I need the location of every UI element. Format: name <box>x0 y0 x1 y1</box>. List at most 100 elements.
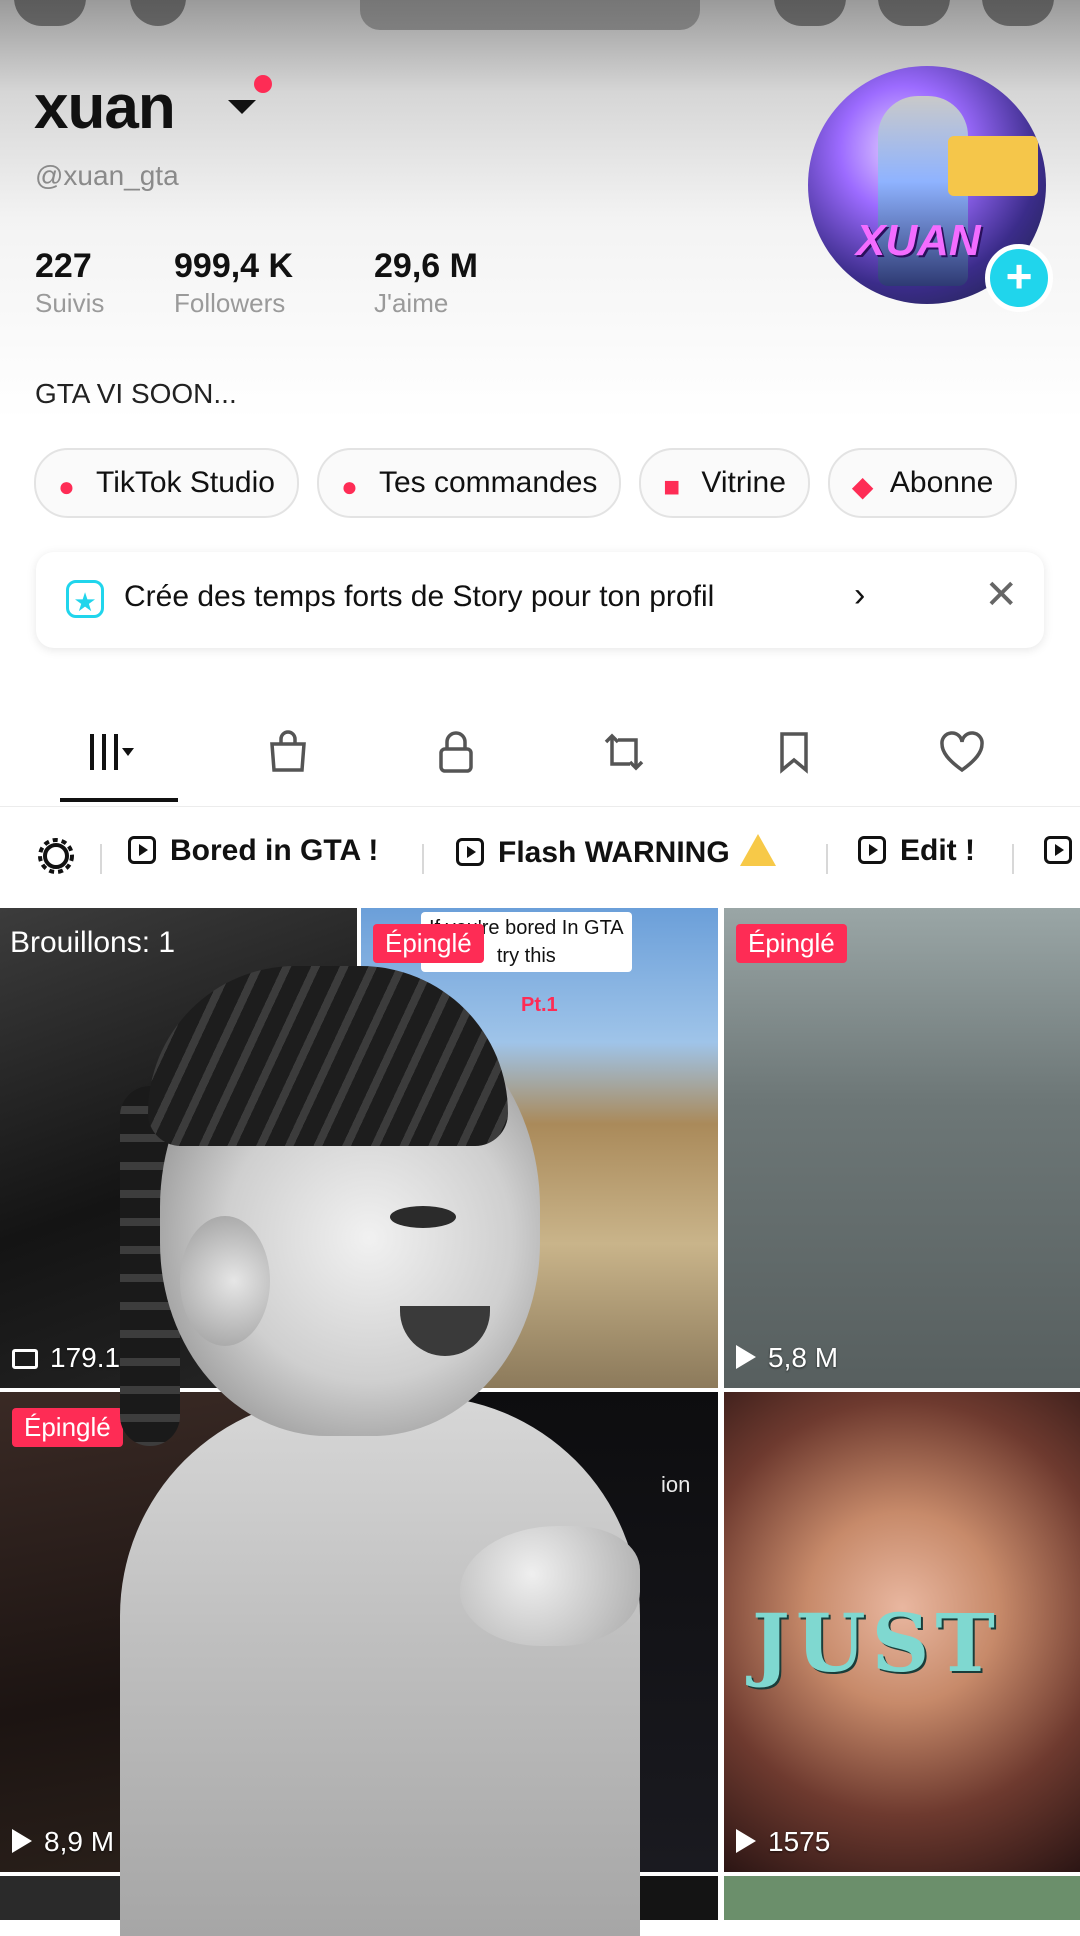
lock-icon <box>439 731 473 773</box>
chip-orders[interactable]: ● Tes commandes <box>316 448 622 518</box>
tab-private[interactable] <box>426 728 486 788</box>
tab-liked[interactable] <box>932 728 992 788</box>
chip-showcase[interactable]: ■ Vitrine <box>639 448 810 518</box>
story-highlights-banner[interactable]: ★ Crée des temps forts de Story pour ton… <box>36 552 1044 648</box>
divider <box>826 844 828 874</box>
divider <box>1012 844 1014 874</box>
subscription-icon: ◆ <box>851 471 874 502</box>
stat-following-value: 227 <box>35 247 92 285</box>
view-count-value: 179.1M <box>50 1342 144 1373</box>
stat-followers-value: 999,4 K <box>174 247 294 285</box>
view-count: 5,8 M <box>736 1342 838 1374</box>
bag-lock-icon: ● <box>340 471 358 502</box>
stat-likes-value: 29,6 M <box>374 247 478 285</box>
video-tile-drafts[interactable]: Brouillons: 1 179.1M <box>0 908 357 1388</box>
collection-more[interactable] <box>1044 834 1080 868</box>
view-count-value: 5,8 M <box>768 1342 839 1373</box>
play-icon <box>736 1829 756 1853</box>
play-icon <box>858 836 886 864</box>
chip-subscriptions[interactable]: ◆ Abonne <box>827 448 1018 518</box>
video-grid: Brouillons: 1 179.1M If you're bored In … <box>0 908 1080 1920</box>
video-tile[interactable]: If you're bored In GTA try this Épinglé P… <box>361 908 718 1388</box>
grid-icon <box>90 734 134 770</box>
shop-bag-icon: ■ <box>663 471 681 502</box>
play-icon <box>128 836 156 864</box>
menu-button[interactable] <box>982 0 1054 26</box>
stat-likes[interactable]: 29,6 M J'aime <box>374 246 478 320</box>
tab-videos[interactable] <box>80 728 140 788</box>
chip-label: Abonne <box>889 466 994 499</box>
stat-following[interactable]: 227 Suivis <box>35 246 104 320</box>
video-tile[interactable] <box>724 1876 1080 1920</box>
star-icon: ★ <box>66 580 104 618</box>
video-overlay-text: JUST <box>752 1596 1001 1690</box>
avatar-logo-text: XUAN <box>856 216 981 265</box>
play-icon <box>736 1345 756 1369</box>
back-button[interactable] <box>14 0 86 26</box>
play-icon <box>1044 836 1072 864</box>
drafts-icon <box>12 1349 38 1369</box>
story-banner-text: Crée des temps forts de Story pour ton p… <box>124 580 715 613</box>
active-tab-indicator <box>60 798 178 802</box>
collection-label: Edit ! <box>900 834 975 867</box>
repost-icon <box>604 733 644 771</box>
account-switch-chevron-icon[interactable] <box>228 100 256 114</box>
pinned-badge: Épinglé <box>373 924 484 963</box>
camera-button[interactable] <box>774 0 846 26</box>
video-tile[interactable] <box>0 1876 357 1920</box>
view-count: 1575 <box>736 1826 830 1858</box>
share-button[interactable] <box>878 0 950 26</box>
collection-flash-warning[interactable]: Flash WARNING <box>456 834 776 870</box>
collections-row: Bored in GTA ! Flash WARNING Edit ! <box>0 820 1080 892</box>
collection-bored-in-gta[interactable]: Bored in GTA ! <box>128 834 378 868</box>
warning-icon <box>739 834 776 866</box>
view-count: 8,9 M <box>12 1826 114 1858</box>
play-icon <box>12 1829 32 1853</box>
video-tile[interactable]: ion <box>361 1392 718 1872</box>
view-count-value: 8,9 M <box>44 1826 115 1857</box>
emoji-button[interactable] <box>130 0 186 26</box>
collection-label: Flash WARNING <box>498 836 730 869</box>
notification-dot <box>254 75 272 93</box>
video-tile[interactable]: Épinglé 5,8 M <box>724 908 1080 1388</box>
add-story-plus-icon[interactable]: + <box>985 244 1053 312</box>
chip-label: Vitrine <box>701 466 786 499</box>
chevron-right-icon: › <box>854 576 866 614</box>
collection-edit[interactable]: Edit ! <box>858 834 975 868</box>
heart-icon <box>940 731 984 773</box>
pinned-badge: Épinglé <box>12 1408 123 1447</box>
stat-likes-label: J'aime <box>374 288 449 318</box>
profile-tabs <box>0 710 1080 807</box>
bookmark-icon <box>780 732 808 774</box>
part-label: Pt.1 <box>521 994 558 1016</box>
view-count-value: 1575 <box>768 1826 831 1857</box>
chip-label: TikTok Studio <box>96 466 275 499</box>
user-handle: @xuan_gta <box>35 160 179 191</box>
view-count: 179.1M <box>12 1342 143 1374</box>
drafts-label: Brouillons: 1 <box>10 926 176 959</box>
tab-reposts[interactable] <box>594 728 654 788</box>
video-tile[interactable] <box>361 1876 718 1920</box>
username[interactable]: xuan <box>34 72 176 143</box>
video-tile[interactable]: Épinglé 8,9 M <box>0 1392 357 1872</box>
chip-label: Tes commandes <box>378 466 598 499</box>
person-star-icon: ● <box>58 471 75 502</box>
play-icon <box>456 838 484 866</box>
avatar-motel-sign <box>948 136 1038 196</box>
chip-tiktok-studio[interactable]: ● TikTok Studio <box>34 448 299 518</box>
video-tile[interactable]: JUST 1575 <box>724 1392 1080 1872</box>
gear-icon[interactable] <box>36 836 76 876</box>
divider <box>422 844 424 874</box>
profile-shortcuts: ● TikTok Studio ● Tes commandes ■ Vitrine ◆ Abo… <box>34 448 1080 522</box>
banner-image <box>360 0 700 30</box>
stat-followers[interactable]: 999,4 K Followers <box>174 246 293 320</box>
tab-saved[interactable] <box>764 728 824 788</box>
collection-label: Bored in GTA ! <box>170 834 379 867</box>
tab-shop[interactable] <box>258 728 318 788</box>
pinned-badge: Épinglé <box>736 924 847 963</box>
stat-following-label: Suivis <box>35 288 105 318</box>
video-overlay-text: ion <box>661 1472 691 1497</box>
close-icon[interactable]: ✕ <box>984 572 1018 618</box>
divider <box>100 844 102 874</box>
profile-bio: GTA VI SOON... <box>35 378 237 409</box>
